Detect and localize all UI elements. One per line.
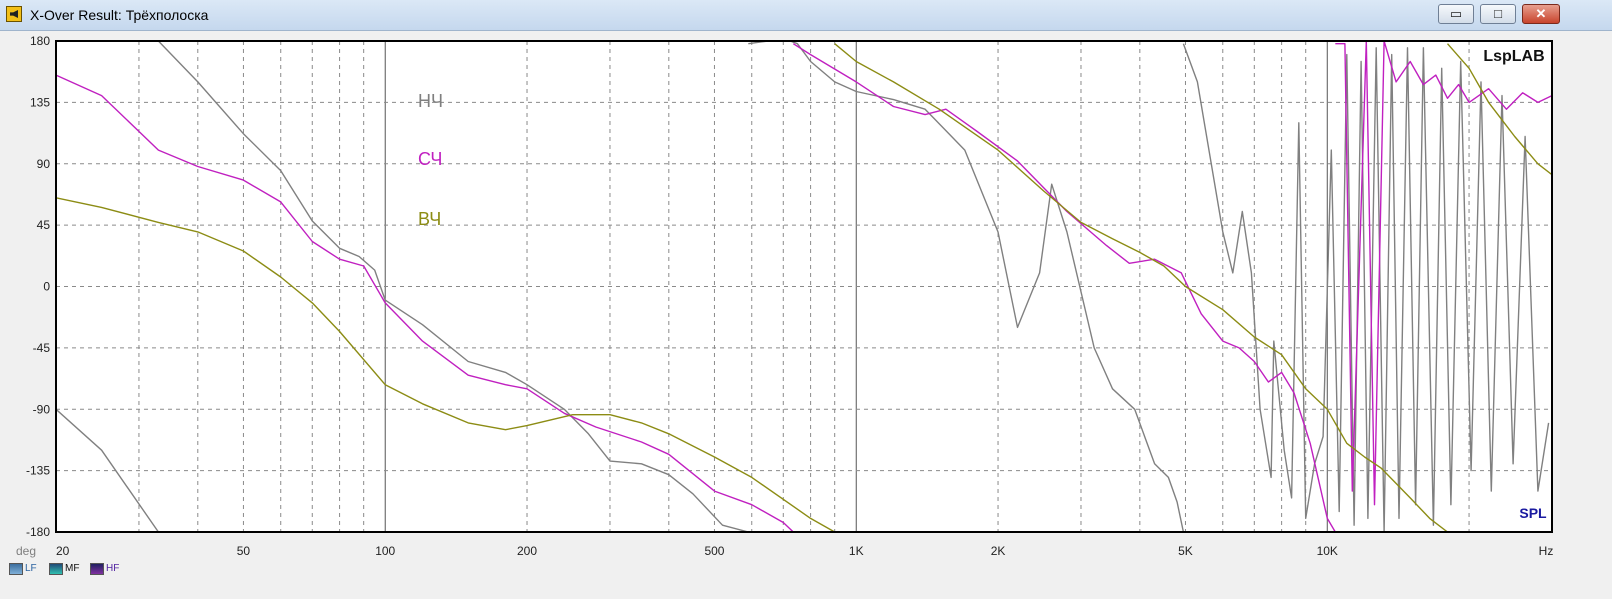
window-titlebar[interactable]: X-Over Result: Трёхполоска ▭ □ ✕ xyxy=(0,0,1612,31)
y-axis-unit-label: deg xyxy=(16,544,36,558)
x-tick-label: 20 xyxy=(56,544,70,558)
close-button[interactable]: ✕ xyxy=(1522,4,1560,24)
speaker-app-icon xyxy=(6,6,22,22)
lsplab-logo: LspLAB xyxy=(1483,48,1544,65)
y-tick-label: 135 xyxy=(30,95,50,109)
legend-label-lf: LF xyxy=(25,563,37,574)
y-tick-label: 180 xyxy=(30,34,50,48)
series-annotation-3: ВЧ xyxy=(418,209,441,229)
legend-swatch-lf xyxy=(9,563,23,575)
x-tick-label: 10K xyxy=(1317,544,1338,558)
window-title: X-Over Result: Трёхполоска xyxy=(30,7,209,23)
legend-label-hf: HF xyxy=(106,563,120,574)
legend-swatch-hf xyxy=(90,563,104,575)
y-tick-label: -90 xyxy=(33,402,51,416)
spl-mode-label[interactable]: SPL xyxy=(1519,505,1547,521)
y-tick-label: 90 xyxy=(37,157,51,171)
maximize-icon: □ xyxy=(1494,6,1502,21)
y-tick-label: 45 xyxy=(37,218,51,232)
x-tick-label: 50 xyxy=(237,544,251,558)
plot-panel: 180 135 90 45 0 -45 -90 -135 -180 20 50 100 200 500 1K… xyxy=(6,31,1606,583)
x-tick-label: 500 xyxy=(704,544,724,558)
maximize-button[interactable]: □ xyxy=(1480,4,1516,24)
minimize-button[interactable]: ▭ xyxy=(1438,4,1474,24)
x-axis-unit-label: Hz xyxy=(1539,544,1554,558)
close-icon: ✕ xyxy=(1535,6,1547,21)
series-annotation-1: НЧ xyxy=(418,91,443,111)
x-tick-label: 200 xyxy=(517,544,537,558)
y-tick-label: -45 xyxy=(33,341,51,355)
series-annotation-2: СЧ xyxy=(418,149,442,169)
minimize-icon: ▭ xyxy=(1449,6,1463,21)
x-tick-label: 100 xyxy=(375,544,395,558)
y-tick-label: -135 xyxy=(26,464,50,478)
y-tick-label: 0 xyxy=(43,280,50,294)
x-tick-label: 2K xyxy=(991,544,1006,558)
phase-chart[interactable]: 180 135 90 45 0 -45 -90 -135 -180 20 50 100 200 500 1K… xyxy=(6,31,1606,583)
y-tick-label: -180 xyxy=(26,525,50,539)
legend: LF MF HF xyxy=(6,561,306,578)
x-tick-label: 1K xyxy=(849,544,864,558)
legend-label-mf: MF xyxy=(65,563,80,574)
x-tick-label: 5K xyxy=(1178,544,1193,558)
legend-swatch-mf xyxy=(49,563,63,575)
